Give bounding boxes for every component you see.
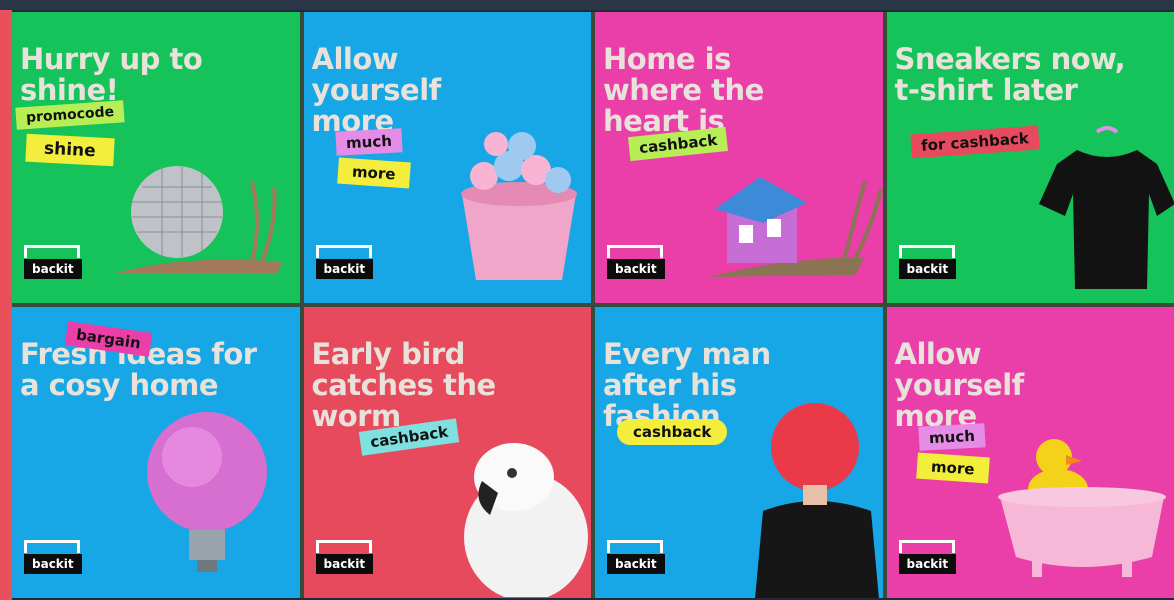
backit-logo-badge: backit	[898, 245, 957, 279]
backit-logo-badge: backit	[315, 540, 374, 574]
white-cockatoo-image	[463, 443, 588, 597]
fluffy-lightbulb-image	[147, 412, 267, 572]
billboard-wall: Hurry up to shine! promocode shine backi…	[12, 12, 1174, 598]
poster-headline: Early bird catches the worm	[311, 337, 497, 433]
poster-home-is: Home is where the heart is cashback back…	[595, 12, 883, 303]
backit-logo-badge: backit	[607, 540, 665, 574]
disco-ball-snail-image	[112, 166, 282, 274]
top-edge-strip	[0, 0, 1174, 10]
backit-logo-badge: backit	[315, 245, 374, 279]
poster-allow-yourself: Allow yourself more much more backit	[303, 12, 591, 303]
backit-logo-badge: backit	[607, 245, 665, 279]
much-sticker: much	[334, 128, 402, 156]
left-edge-strip	[0, 0, 12, 600]
rubber-duck-bathtub-image	[997, 439, 1166, 577]
poster-early-bird: Early bird catches the worm cashback bac…	[303, 307, 591, 598]
poster-headline: Sneakers now, t-shirt later	[894, 42, 1126, 107]
more-sticker: more	[915, 452, 989, 484]
black-tshirt-image	[1038, 126, 1174, 289]
poster-headline: Hurry up to shine!	[20, 42, 203, 107]
more-sticker: more	[336, 157, 410, 189]
shine-sticker: shine	[25, 133, 115, 167]
poster-fresh-ideas: Fresh ideas for a cosy home bargain back…	[12, 307, 300, 598]
poster-every-man: Every man after his fashion cashback bac…	[595, 307, 883, 598]
donut-bucket-image	[460, 132, 577, 280]
cashback-sticker: cashback	[617, 419, 728, 445]
poster-allow-yourself-2: Allow yourself more much more backit	[886, 307, 1174, 598]
house-snail-image	[709, 177, 883, 277]
for-cashback-sticker: for cashback	[909, 125, 1039, 159]
poster-sneakers-now: Sneakers now, t-shirt later for cashback…	[886, 12, 1174, 303]
poster-headline: Allow yourself more	[894, 337, 1025, 433]
backit-logo-badge: backit	[24, 540, 82, 574]
poster-hurry-up: Hurry up to shine! promocode shine backi…	[12, 12, 300, 303]
much-sticker: much	[917, 423, 985, 451]
backit-logo-badge: backit	[24, 245, 82, 279]
backit-logo-badge: backit	[898, 540, 957, 574]
poster-headline: Home is where the heart is	[603, 42, 764, 138]
red-wig-woman-image	[755, 403, 879, 598]
